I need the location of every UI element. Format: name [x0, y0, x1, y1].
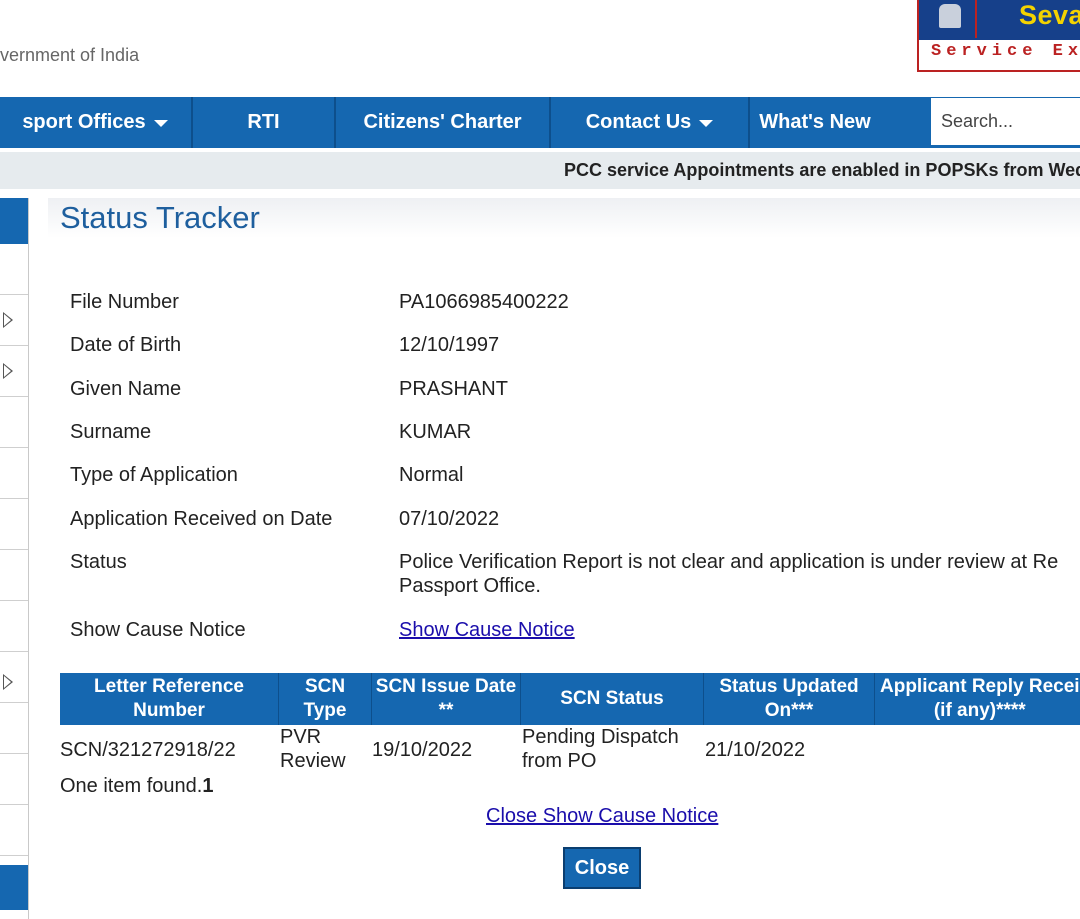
close-show-cause-notice-link[interactable]: Close Show Cause Notice: [486, 805, 718, 828]
column-header-scn-type[interactable]: SCN Type: [279, 673, 371, 725]
column-header-label: Applicant Reply Recei (if any)****: [880, 676, 1080, 721]
application-type-label: Type of Application: [70, 464, 238, 486]
page-title: Status Tracker: [60, 200, 260, 235]
sidebar-header: [0, 198, 28, 244]
sidebar-item[interactable]: [0, 601, 28, 652]
column-header-label: SCN Type: [303, 676, 347, 721]
column-header-scn-issue-date[interactable]: SCN Issue Date **: [372, 673, 520, 725]
sidebar-item[interactable]: [0, 499, 28, 550]
sidebar-item[interactable]: [0, 550, 28, 601]
panel-title-bar: Status Tracker: [48, 198, 1080, 238]
expand-arrow-icon: [3, 674, 13, 690]
caret-down-icon: [699, 120, 714, 127]
sidebar-item[interactable]: [0, 448, 28, 499]
cell-letter-reference: SCN/321272918/22: [60, 739, 236, 761]
status-tracker-panel: Status Tracker File Number PA10669854002…: [48, 198, 1080, 919]
logo-brand-text: Seva: [1019, 0, 1080, 30]
nav-item-citizens-charter[interactable]: Citizens' Charter: [336, 97, 549, 148]
national-emblem-icon: [925, 0, 977, 38]
column-header-status-updated[interactable]: Status Updated On***: [704, 673, 874, 725]
given-name-label: Given Name: [70, 378, 182, 400]
column-header-label: SCN Status: [560, 688, 664, 709]
column-header-applicant-reply[interactable]: Applicant Reply Recei (if any)****: [875, 673, 1080, 725]
caret-down-icon: [153, 120, 168, 127]
show-cause-notice-link[interactable]: Show Cause Notice: [399, 619, 575, 642]
status-label: Status: [70, 551, 127, 573]
column-header-letter-reference[interactable]: Letter Reference Number: [60, 673, 278, 725]
column-header-label: SCN Issue Date **: [375, 676, 517, 721]
sidebar-item[interactable]: [0, 703, 28, 754]
expand-arrow-icon: [3, 312, 13, 328]
file-number-value: PA1066985400222: [399, 291, 569, 313]
application-type-value: Normal: [399, 464, 464, 486]
result-count-label: One item found.: [60, 775, 203, 797]
date-of-birth-label: Date of Birth: [70, 334, 182, 356]
column-header-label: Letter Reference Number: [94, 676, 244, 721]
nav-item-label: Citizens' Charter: [363, 111, 522, 133]
column-header-scn-status[interactable]: SCN Status: [521, 673, 703, 725]
result-count-number: 1: [202, 775, 214, 797]
sidebar-item[interactable]: [0, 244, 28, 295]
nav-item-contact-us[interactable]: Contact Us: [551, 97, 748, 148]
sidebar-item[interactable]: [0, 652, 28, 703]
main-nav-bar: sport Offices RTI Citizens' Charter Cont…: [0, 97, 1080, 148]
status-value: Police Verification Report is not clear …: [399, 551, 1059, 597]
nav-item-rti[interactable]: RTI: [193, 97, 334, 148]
date-of-birth-value: 12/10/1997: [399, 334, 500, 356]
surname-label: Surname: [70, 421, 152, 443]
nav-item-label: RTI: [247, 111, 280, 133]
government-of-india-text: vernment of India: [0, 45, 140, 65]
file-number-label: File Number: [70, 291, 179, 313]
result-count-text: One item found.1: [60, 775, 213, 798]
sidebar-item[interactable]: [0, 805, 28, 856]
sidebar-item[interactable]: [0, 397, 28, 448]
cell-scn-type: PVR Review: [280, 726, 346, 772]
sidebar-item[interactable]: [0, 295, 28, 346]
surname-value: KUMAR: [399, 421, 472, 443]
nav-item-whats-new[interactable]: What's New: [750, 97, 880, 148]
ticker-text: PCC service Appointments are enabled in …: [564, 160, 1080, 180]
nav-item-passport-offices[interactable]: sport Offices: [0, 97, 190, 148]
sidebar-footer: [0, 865, 28, 910]
cell-scn-status: Pending Dispatch from PO: [522, 726, 679, 772]
cell-status-updated: 21/10/2022: [705, 739, 806, 761]
show-cause-notice-label: Show Cause Notice: [70, 619, 246, 641]
expand-arrow-icon: [3, 363, 13, 379]
passport-seva-logo[interactable]: Seva Service Exce: [917, 0, 1080, 72]
sidebar-item[interactable]: [0, 346, 28, 397]
nav-item-label: What's New: [759, 111, 871, 133]
received-date-value: 07/10/2022: [399, 508, 500, 530]
received-date-label: Application Received on Date: [70, 508, 333, 530]
announcement-ticker: PCC service Appointments are enabled in …: [0, 152, 1080, 189]
close-button[interactable]: Close: [563, 847, 641, 889]
scn-table-header: Letter Reference Number SCN Type SCN Iss…: [60, 673, 1080, 725]
given-name-value: PRASHANT: [399, 378, 508, 400]
nav-item-label: Contact Us: [585, 111, 692, 133]
column-header-label: Status Updated On***: [719, 676, 859, 721]
sidebar-item[interactable]: [0, 754, 28, 805]
cell-scn-issue-date: 19/10/2022: [372, 739, 473, 761]
search-input[interactable]: [930, 97, 1080, 146]
nav-item-label: sport Offices: [22, 111, 146, 133]
left-sidebar: [0, 198, 29, 919]
logo-tagline-text: Service Exce: [931, 42, 1080, 61]
